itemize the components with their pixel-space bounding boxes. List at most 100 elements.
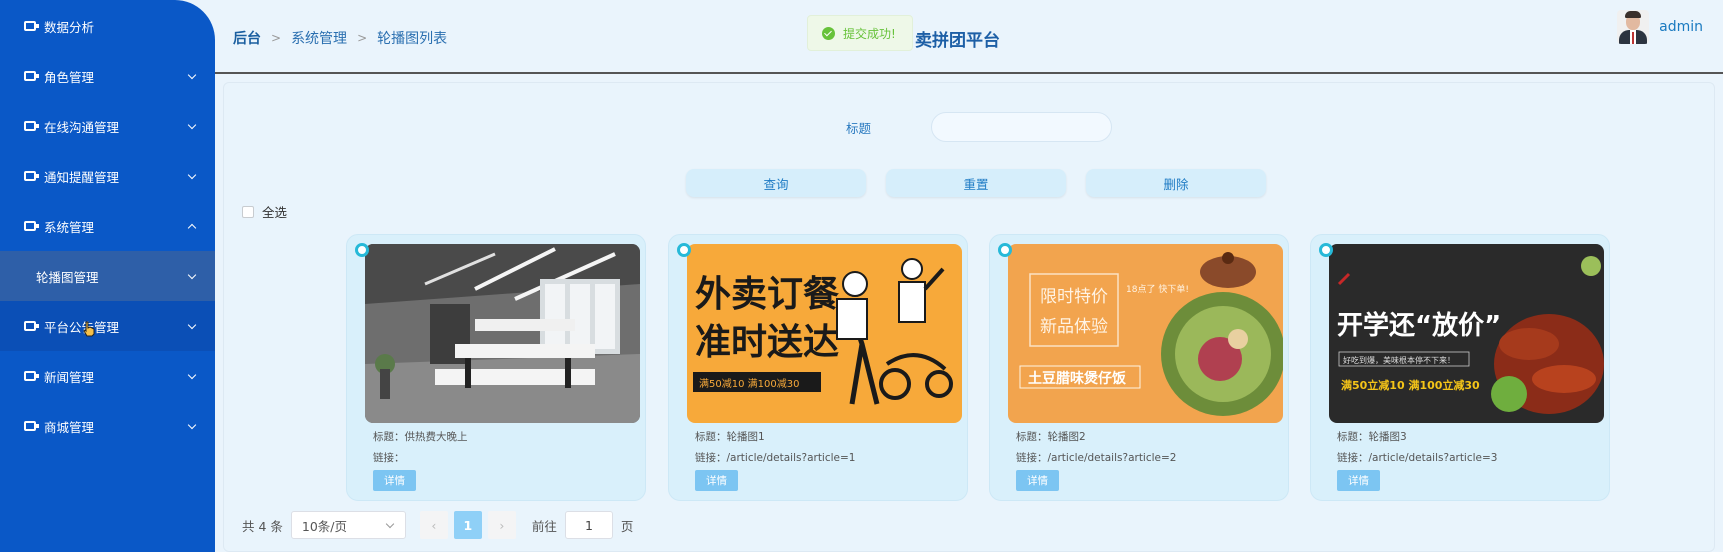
chevron-down-icon [385, 519, 395, 529]
page-suffix-label: 页 [620, 518, 634, 534]
poster-dish-name: 土豆腊味煲仔饭 [1028, 370, 1127, 387]
chevron-down-icon [187, 420, 197, 430]
breadcrumb-separator-icon: > [357, 31, 368, 45]
card-link: 链接：/article/details?article=2 [1016, 452, 1177, 464]
goto-label: 前往 [531, 518, 557, 534]
menu-icon [24, 321, 39, 331]
sidebar-item-notifications[interactable]: 通知提醒管理 [0, 151, 215, 201]
card-select-radio[interactable] [998, 243, 1012, 257]
toast-message: 提交成功! [843, 26, 896, 41]
poster-line1: 外卖订餐 [695, 274, 839, 315]
success-toast: 提交成功! [807, 15, 913, 51]
hand-cursor-icon [83, 321, 95, 337]
card-title: 标题：供热费大晚上 [373, 431, 468, 443]
poster-side: 18点了 快下单! [1126, 283, 1189, 295]
pagination-total: 共 4 条 [242, 518, 283, 534]
menu-icon [24, 171, 39, 181]
query-button[interactable]: 查询 [686, 169, 866, 197]
card-title: 标题：轮播图2 [1016, 431, 1086, 443]
detail-button[interactable]: 详情 [695, 470, 738, 491]
poster-promo: 满50减10 满100减30 [699, 378, 799, 390]
chevron-down-icon [187, 370, 197, 380]
detail-button[interactable]: 详情 [373, 470, 416, 491]
card-link: 链接： [373, 452, 405, 464]
username[interactable]: admin [1659, 19, 1703, 35]
menu-icon [24, 21, 39, 31]
goto-page-input[interactable]: 1 [564, 511, 613, 539]
card-image-delivery-poster: 外卖订餐 准时送达 满50减10 满100减30 [687, 244, 962, 423]
sidebar-item-label: 通知提醒管理 [44, 169, 120, 185]
detail-button[interactable]: 详情 [1016, 470, 1059, 491]
card-title: 标题：轮播图3 [1337, 431, 1407, 443]
menu-icon [24, 71, 39, 81]
menu-icon [24, 421, 39, 431]
chevron-down-icon [187, 120, 197, 130]
main-panel: 标题 查询 重置 删除 全选 标题：供热费大晚上 链接： 详情 外卖订餐 准时送… [223, 82, 1715, 552]
platform-title: 卖拼团平台 [915, 31, 1000, 51]
card-select-radio[interactable] [355, 243, 369, 257]
chevron-down-icon [187, 70, 197, 80]
prev-page-button[interactable]: ‹ [419, 511, 448, 539]
card-link: 链接：/article/details?article=1 [695, 452, 856, 464]
breadcrumb: 后台 > 系统管理 > 轮播图列表 [233, 28, 447, 48]
page-number-1[interactable]: 1 [453, 511, 482, 539]
poster-promo: 满50立减10 满100立减30 [1341, 378, 1480, 392]
sidebar-item-label: 在线沟通管理 [44, 119, 120, 135]
chevron-down-icon [187, 270, 197, 280]
breadcrumb-separator-icon: > [271, 31, 282, 45]
card-image-office [365, 244, 640, 423]
sidebar-item-role-management[interactable]: 角色管理 [0, 51, 215, 101]
menu-icon [24, 221, 39, 231]
carousel-card: 标题：供热费大晚上 链接： 详情 [346, 234, 646, 501]
sidebar-item-system-management[interactable]: 系统管理 [0, 201, 215, 251]
page-size-value: 10条/页 [301, 518, 348, 534]
chevron-down-icon [187, 320, 197, 330]
sidebar-item-online-chat[interactable]: 在线沟通管理 [0, 101, 215, 151]
menu-icon [24, 371, 39, 381]
sidebar: 数据分析 角色管理 在线沟通管理 通知提醒管理 系统管理 轮播图管理 平台公告管… [0, 0, 215, 552]
sidebar-item-label: 商城管理 [44, 419, 95, 435]
sidebar-item-label: 轮播图管理 [36, 269, 99, 285]
sidebar-subitem-carousel-management[interactable]: 轮播图管理 [0, 251, 215, 301]
chevron-down-icon [187, 170, 197, 180]
card-link: 链接：/article/details?article=3 [1337, 452, 1498, 464]
select-all[interactable]: 全选 [242, 202, 287, 221]
next-page-button[interactable]: › [487, 511, 516, 539]
card-image-sausage-poster: 开学还“放价” 好吃到爆，美味根本停不下来！ 满50立减10 满100立减30 [1329, 244, 1604, 423]
sidebar-item-label: 角色管理 [44, 69, 95, 85]
poster-line2: 准时送达 [695, 322, 839, 363]
sidebar-item-data-analysis[interactable]: 数据分析 [0, 1, 215, 51]
sidebar-item-mall-management[interactable]: 商城管理 [0, 401, 215, 451]
sidebar-item-news-management[interactable]: 新闻管理 [0, 351, 215, 401]
detail-button[interactable]: 详情 [1337, 470, 1380, 491]
card-image-claypot-poster: 限时特价 新品体验 18点了 快下单! 土豆腊味煲仔饭 [1008, 244, 1283, 423]
chevron-up-icon [187, 223, 197, 233]
sidebar-item-label: 数据分析 [44, 19, 95, 35]
user-menu[interactable]: admin [1617, 10, 1703, 44]
select-all-label: 全选 [262, 205, 288, 220]
avatar[interactable] [1617, 10, 1650, 44]
select-all-checkbox[interactable] [242, 205, 254, 218]
sidebar-item-platform-announcements[interactable]: 平台公告管理 [0, 301, 215, 351]
reset-button[interactable]: 重置 [886, 169, 1066, 197]
sidebar-item-label: 系统管理 [44, 219, 95, 235]
check-circle-icon [822, 26, 835, 40]
search-title-label: 标题 [846, 121, 872, 136]
page-size-select[interactable]: 10条/页 [290, 511, 406, 539]
breadcrumb-system-management[interactable]: 系统管理 [291, 28, 347, 48]
poster-line2: 新品体验 [1040, 317, 1108, 337]
card-title: 标题：轮播图1 [695, 431, 765, 443]
card-select-radio[interactable] [677, 243, 691, 257]
pagination: 共 4 条 10条/页 ‹ 1 › 前往 1 页 [242, 511, 633, 539]
breadcrumb-home[interactable]: 后台 [233, 28, 261, 48]
search-title-input[interactable] [931, 112, 1112, 142]
poster-line1: 限时特价 [1040, 287, 1108, 307]
delete-button[interactable]: 删除 [1086, 169, 1266, 197]
carousel-card: 开学还“放价” 好吃到爆，美味根本停不下来！ 满50立减10 满100立减30 … [1310, 234, 1610, 501]
breadcrumb-carousel-list: 轮播图列表 [377, 31, 448, 47]
carousel-card: 外卖订餐 准时送达 满50减10 满100减30 标题：轮播图1 链接：/art… [668, 234, 968, 501]
poster-subline: 好吃到爆，美味根本停不下来！ [1343, 355, 1455, 365]
sidebar-item-label: 新闻管理 [44, 369, 95, 385]
carousel-card: 限时特价 新品体验 18点了 快下单! 土豆腊味煲仔饭 标题：轮播图2 链接：/… [989, 234, 1289, 501]
card-select-radio[interactable] [1319, 243, 1333, 257]
